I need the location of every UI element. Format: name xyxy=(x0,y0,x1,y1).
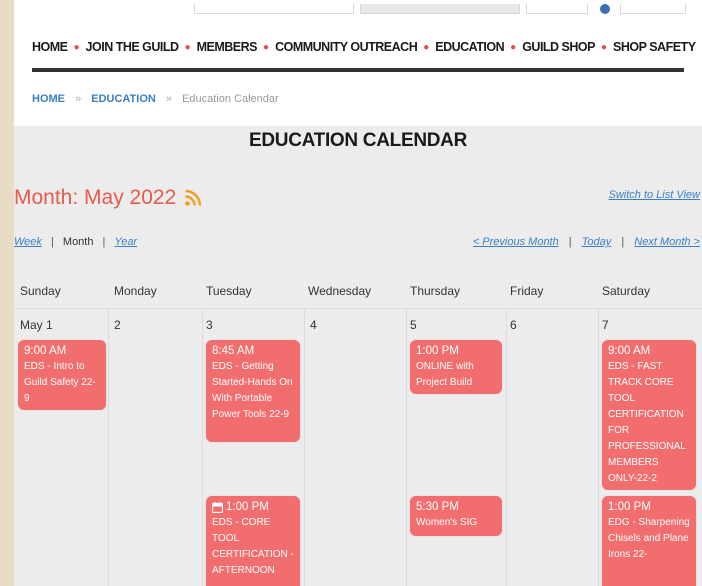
calendar-event[interactable]: 1:00 PM EDS - CORE TOOL CERTIFICATION - … xyxy=(206,496,300,586)
month-nav-separator: | xyxy=(621,236,625,248)
rss-icon[interactable] xyxy=(184,189,202,207)
day-number: 6 xyxy=(510,318,517,332)
month-nav-separator: | xyxy=(568,236,572,248)
breadcrumb-separator: » xyxy=(75,93,82,105)
day-number: May 1 xyxy=(20,318,53,332)
weekday-header-friday: Friday xyxy=(510,284,544,298)
event-time: 8:45 AM xyxy=(212,345,255,357)
calendar-event[interactable]: 9:00 AM EDS - FAST TRACK CORE TOOL CERTI… xyxy=(602,340,696,490)
user-icon[interactable] xyxy=(600,4,610,14)
month-title: Month: May 2022 xyxy=(14,186,177,209)
nav-item-community-outreach[interactable]: COMMUNITY OUTREACH xyxy=(275,40,418,54)
event-time-row: 1:00 PM xyxy=(212,499,294,515)
breadcrumb-current: Education Calendar xyxy=(182,93,279,105)
weekday-header-wednesday: Wednesday xyxy=(308,284,372,298)
month-calendar-grid: Sunday Monday Tuesday Wednesday Thursday… xyxy=(14,274,702,586)
calendar-icon xyxy=(212,501,223,513)
grid-column-divider xyxy=(304,308,305,586)
event-title: EDS - Intro to Guild Safety 22-9 xyxy=(24,361,96,404)
month-heading: Month: May 2022 xyxy=(14,186,202,210)
calendar-event[interactable]: 8:45 AM EDS - Getting Started-Hands On W… xyxy=(206,340,300,442)
day-number: 4 xyxy=(310,318,317,332)
event-time: 1:00 PM xyxy=(226,501,269,513)
view-separator: | xyxy=(50,236,54,248)
nav-separator: ● xyxy=(510,41,517,53)
view-switcher: Week | Month | Year xyxy=(14,236,137,248)
page-title: EDUCATION CALENDAR xyxy=(248,130,468,151)
nav-divider xyxy=(32,68,684,72)
utility-field[interactable] xyxy=(360,4,520,14)
event-title: EDG - Sharpening Chisels and Plane Irons… xyxy=(608,517,690,560)
grid-column-divider xyxy=(108,308,109,586)
calendar-event[interactable]: 1:00 PM EDG - Sharpening Chisels and Pla… xyxy=(602,496,696,586)
breadcrumb: HOME » EDUCATION » Education Calendar xyxy=(32,93,279,105)
grid-column-divider xyxy=(202,308,203,586)
nav-item-guild-shop[interactable]: GUILD SHOP xyxy=(522,40,595,54)
event-time: 9:00 AM xyxy=(24,345,67,357)
event-title: EDS - FAST TRACK CORE TOOL CERTIFICATION… xyxy=(608,361,686,484)
nav-separator: ● xyxy=(423,41,430,53)
grid-column-divider xyxy=(598,308,599,586)
nav-item-join-the-guild[interactable]: JOIN THE GUILD xyxy=(86,40,180,54)
grid-column-divider xyxy=(406,308,407,586)
grid-column-divider xyxy=(506,308,507,586)
event-time: 5:30 PM xyxy=(416,501,459,513)
breadcrumb-home[interactable]: HOME xyxy=(32,93,65,105)
day-number: 2 xyxy=(114,318,121,332)
nav-separator: ● xyxy=(73,41,80,53)
nav-separator: ● xyxy=(184,41,191,53)
breadcrumb-separator: » xyxy=(165,93,173,105)
next-month-link[interactable]: Next Month > xyxy=(634,236,700,248)
event-title: EDS - CORE TOOL CERTIFICATION - AFTERNOO… xyxy=(212,517,294,576)
week-view-link[interactable]: Week xyxy=(14,236,42,248)
month-view-current: Month xyxy=(62,236,94,248)
day-number: 5 xyxy=(410,318,417,332)
view-separator: | xyxy=(102,236,106,248)
calendar-content: EDUCATION CALENDAR Month: May 2022 Switc… xyxy=(14,126,702,586)
weekday-header-sunday: Sunday xyxy=(20,284,61,298)
event-time: 1:00 PM xyxy=(416,345,459,357)
nav-item-home[interactable]: HOME xyxy=(32,40,68,54)
weekday-header-thursday: Thursday xyxy=(410,284,461,298)
event-time: 9:00 AM xyxy=(608,345,651,357)
weekday-header-saturday: Saturday xyxy=(602,284,651,298)
event-time: 1:00 PM xyxy=(608,501,651,513)
calendar-event[interactable]: 9:00 AM EDS - Intro to Guild Safety 22-9 xyxy=(18,340,106,410)
calendar-event[interactable]: 5:30 PM Women's SIG xyxy=(410,496,502,536)
nav-item-education[interactable]: EDUCATION xyxy=(435,40,504,54)
nav-separator: ● xyxy=(263,41,270,53)
utility-field[interactable] xyxy=(620,4,686,14)
event-title: EDS - Getting Started-Hands On With Port… xyxy=(212,361,293,420)
switch-to-list-view-link[interactable]: Switch to List View xyxy=(608,189,700,201)
breadcrumb-education[interactable]: EDUCATION xyxy=(91,93,156,105)
utility-field[interactable] xyxy=(526,4,588,14)
month-navigation: < Previous Month | Today | Next Month > xyxy=(473,236,700,248)
day-number: 3 xyxy=(206,318,213,332)
event-title: ONLINE with Project Build xyxy=(416,361,474,388)
year-view-link[interactable]: Year xyxy=(114,236,137,248)
main-nav: HOME ● JOIN THE GUILD ● MEMBERS ● COMMUN… xyxy=(32,38,702,56)
previous-month-link[interactable]: < Previous Month xyxy=(473,236,559,248)
page: HOME ● JOIN THE GUILD ● MEMBERS ● COMMUN… xyxy=(14,0,702,586)
nav-item-shop-safety[interactable]: SHOP SAFETY xyxy=(613,40,696,54)
calendar-event[interactable]: 1:00 PM ONLINE with Project Build xyxy=(410,340,502,394)
nav-item-members[interactable]: MEMBERS xyxy=(197,40,258,54)
weekday-header-monday: Monday xyxy=(114,284,157,298)
event-title: Women's SIG xyxy=(416,517,478,528)
nav-separator: ● xyxy=(601,41,608,53)
utility-field[interactable] xyxy=(194,4,354,14)
today-link[interactable]: Today xyxy=(582,236,612,248)
top-utility-bar xyxy=(194,0,694,14)
weekday-header-tuesday: Tuesday xyxy=(206,284,252,298)
day-number: 7 xyxy=(602,318,609,332)
